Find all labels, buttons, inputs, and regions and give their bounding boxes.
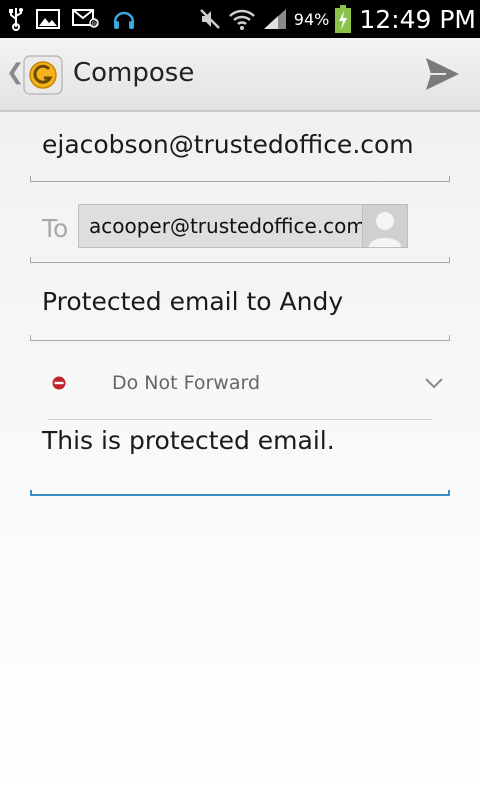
subject-text: Protected email to Andy <box>42 287 344 316</box>
signal-icon <box>263 9 286 29</box>
email-icon: @ <box>72 9 99 28</box>
contact-avatar-icon <box>362 205 407 247</box>
action-bar: ❮ Compose <box>0 38 480 112</box>
from-field[interactable]: ejacobson@trustedoffice.com <box>30 118 450 182</box>
battery-percent: 94% <box>293 9 330 29</box>
chevron-down-icon <box>425 378 443 389</box>
recipient-chip[interactable]: acooper@trustedoffice.com <box>78 204 408 248</box>
from-address: ejacobson@trustedoffice.com <box>42 130 414 159</box>
wifi-icon <box>228 9 255 30</box>
system-icons: 94% 12:49 PM <box>198 0 476 38</box>
app-logo-icon[interactable] <box>22 54 64 96</box>
body-text: This is protected email. <box>42 426 335 455</box>
classification-dropdown[interactable]: Do Not Forward <box>30 360 450 408</box>
gallery-icon <box>36 9 60 29</box>
to-field[interactable]: To acooper@trustedoffice.com <box>30 200 450 263</box>
from-underline <box>30 176 450 182</box>
no-entry-icon <box>52 376 66 390</box>
recipient-address: acooper@trustedoffice.com <box>89 214 366 238</box>
subject-field[interactable]: Protected email to Andy <box>30 275 450 341</box>
to-underline <box>30 257 450 263</box>
notification-icons: @ <box>8 6 136 32</box>
send-icon[interactable] <box>422 54 462 94</box>
headset-icon <box>113 11 135 29</box>
page-title: Compose <box>73 58 195 88</box>
subject-underline <box>30 335 450 341</box>
clock: 12:49 PM <box>359 4 476 34</box>
body-field[interactable]: This is protected email. <box>30 420 450 496</box>
battery-charging-icon <box>335 5 352 33</box>
svg-text:@: @ <box>92 20 99 28</box>
status-bar: @ 94% 12:49 PM <box>0 0 480 38</box>
usb-icon <box>9 8 23 31</box>
classification-label: Do Not Forward <box>112 372 261 394</box>
body-focus-underline <box>30 490 450 496</box>
mute-icon <box>199 9 220 29</box>
to-label: To <box>42 214 69 243</box>
